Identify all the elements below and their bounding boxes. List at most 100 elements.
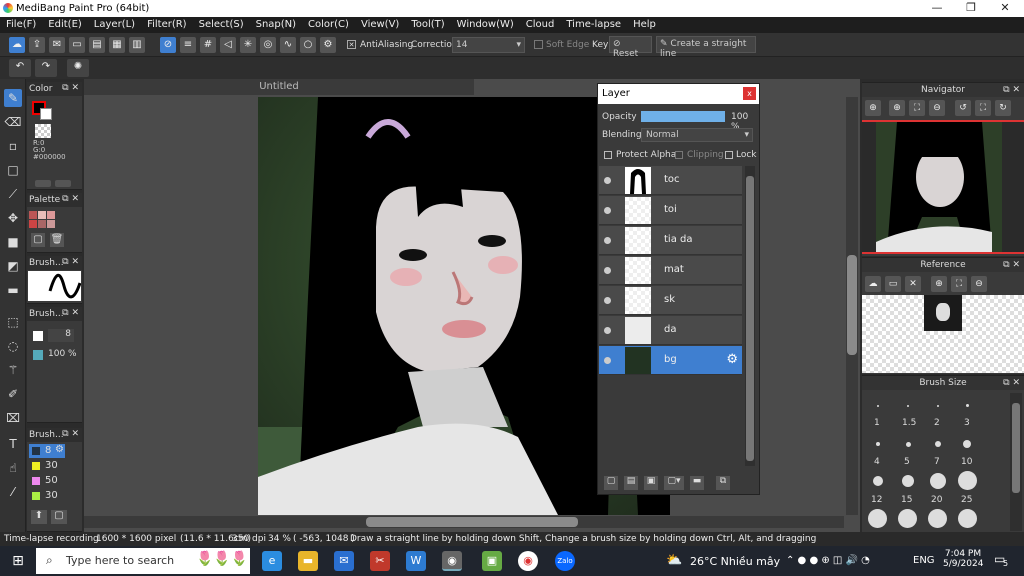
chat-icon[interactable]: ▭ (69, 37, 85, 53)
edge-icon[interactable]: e (262, 551, 282, 571)
vertical-scrollbar[interactable] (846, 97, 858, 515)
undo-icon[interactable]: ↶ (9, 59, 31, 77)
close-reference-icon[interactable]: ✕ (905, 276, 921, 292)
eye-icon[interactable] (604, 207, 611, 214)
fill-rect-tool-icon[interactable]: ■ (4, 233, 22, 251)
menu-help[interactable]: Help (627, 17, 662, 30)
lock-checkbox[interactable] (725, 151, 733, 159)
maximize-button[interactable]: ❐ (954, 0, 988, 17)
size-dot[interactable] (898, 509, 917, 528)
add-palette-icon[interactable]: ▢ (31, 233, 45, 247)
trash-icon[interactable]: 🗑 (50, 233, 64, 247)
close-icon[interactable]: ⧉ ✕ (1003, 376, 1020, 390)
menu-color[interactable]: Color(C) (302, 17, 355, 30)
tray-icons[interactable]: ⌃ ● ● ⊕ ◫ 🔊 ◔ (786, 555, 870, 566)
menu-snap[interactable]: Snap(N) (250, 17, 302, 30)
size-dot[interactable] (876, 442, 880, 446)
snap-vanish-icon[interactable]: ◁ (220, 37, 236, 53)
rotate-left-icon[interactable]: ↺ (955, 100, 971, 116)
eyedropper-icon[interactable]: ⁄ (4, 483, 22, 501)
snap-off-icon[interactable]: ⊘ (160, 37, 176, 53)
size-dot[interactable] (963, 440, 971, 448)
snap-curve-icon[interactable]: ∿ (280, 37, 296, 53)
size-dot[interactable] (873, 476, 883, 486)
page-icon[interactable]: ▤ (89, 37, 105, 53)
app-icon-red[interactable]: ✂ (370, 551, 390, 571)
layer-row[interactable]: da (599, 316, 742, 345)
background-color[interactable] (40, 108, 52, 120)
size-dot[interactable] (868, 509, 887, 528)
straight-line-button[interactable]: ✎ Create a straight line (656, 36, 756, 59)
size-dot[interactable] (966, 404, 969, 407)
horizontal-scrollbar[interactable] (84, 516, 844, 528)
eraser-tool-icon[interactable]: ⌫ (4, 113, 22, 131)
menu-tool[interactable]: Tool(T) (405, 17, 450, 30)
snap-settings-icon[interactable]: ⚙ (320, 37, 336, 53)
protect-alpha-checkbox[interactable] (604, 151, 612, 159)
bucket-tool-icon[interactable]: ◩ (4, 257, 22, 275)
snap-parallel-icon[interactable]: ≡ (180, 37, 196, 53)
eye-icon[interactable] (604, 267, 611, 274)
close-button[interactable]: ✕ (988, 0, 1022, 17)
palette-swatch[interactable] (29, 211, 37, 219)
dot-tool-icon[interactable]: ▫ (4, 137, 22, 155)
chrome-icon[interactable]: ◉ (518, 551, 538, 571)
add-brush-icon[interactable]: ⬆ (31, 510, 47, 524)
windows-start-icon[interactable]: ⊞ (8, 551, 28, 571)
brush-list-item[interactable]: 50 (29, 474, 65, 488)
menu-window[interactable]: Window(W) (451, 17, 520, 30)
color-mode-button[interactable] (35, 180, 51, 187)
transparent-color[interactable] (35, 124, 51, 138)
snap-ellipse-icon[interactable]: ○ (300, 37, 316, 53)
brush-size-input[interactable]: 8 (48, 329, 74, 342)
shape-tool-icon[interactable]: □ (4, 161, 22, 179)
select-rect-icon[interactable]: ⬚ (4, 313, 22, 331)
cloud-icon[interactable]: ☁ (9, 37, 25, 53)
zoom-in-icon[interactable]: ⊕ (865, 100, 881, 116)
zoom-in-alt-icon[interactable]: ⊕ (889, 100, 905, 116)
menu-filter[interactable]: Filter(R) (141, 17, 193, 30)
eye-icon[interactable] (604, 177, 611, 184)
size-dot[interactable] (930, 473, 946, 489)
menu-timelapse[interactable]: Time-lapse (560, 17, 627, 30)
snap-radial-icon[interactable]: ✳ (240, 37, 256, 53)
brush-size-scrollbar[interactable] (1010, 393, 1022, 531)
share-icon[interactable]: ⇪ (29, 37, 45, 53)
brush-size-scroll-thumb[interactable] (1012, 403, 1020, 493)
close-icon[interactable]: ⧉ ✕ (62, 194, 79, 204)
comment-icon[interactable]: ✉ (49, 37, 65, 53)
loading-icon[interactable]: ✺ (67, 59, 89, 77)
opacity-slider[interactable] (641, 111, 725, 122)
zoom-out-icon[interactable]: ⊖ (971, 276, 987, 292)
rotate-right-icon[interactable]: ↻ (995, 100, 1011, 116)
lasso-icon[interactable]: ◌ (4, 337, 22, 355)
minecraft-icon[interactable]: ▣ (482, 551, 502, 571)
vertical-scroll-thumb[interactable] (847, 255, 857, 355)
eye-icon[interactable] (604, 237, 611, 244)
word-icon[interactable]: W (406, 551, 426, 571)
layer-row[interactable]: mat (599, 256, 742, 285)
select-pen-icon[interactable]: ✐ (4, 385, 22, 403)
eye-icon[interactable] (604, 357, 611, 364)
close-icon[interactable]: ⧉ ✕ (1003, 258, 1020, 272)
layer-row[interactable]: tia da (599, 226, 742, 255)
palette-swatch[interactable] (47, 211, 55, 219)
layer-dropdown-icon[interactable]: ▢▾ (664, 476, 684, 490)
blending-select[interactable]: Normal ▾ (641, 128, 753, 142)
clipping-checkbox[interactable] (675, 151, 683, 159)
close-icon[interactable]: ⧉ ✕ (62, 429, 79, 439)
zalo-icon[interactable]: Zalo (555, 551, 575, 571)
new-8bit-layer-icon[interactable]: ▣ (644, 476, 658, 490)
navigator-preview[interactable] (862, 120, 1024, 254)
zoom-in-icon[interactable]: ⊕ (931, 276, 947, 292)
snap-circle-icon[interactable]: ◎ (260, 37, 276, 53)
magic-wand-icon[interactable]: ⚚ (4, 361, 22, 379)
minimize-button[interactable]: — (920, 0, 954, 17)
size-dot[interactable] (928, 509, 947, 528)
reference-preview[interactable] (862, 295, 1024, 373)
brush-settings-icon[interactable]: ▢ (51, 510, 67, 524)
palette-swatch[interactable] (29, 220, 37, 228)
layer-row[interactable]: toc (599, 166, 742, 195)
brush-list-item[interactable]: 8 ⚙ (29, 444, 65, 458)
text-tool-icon[interactable]: T (4, 435, 22, 453)
